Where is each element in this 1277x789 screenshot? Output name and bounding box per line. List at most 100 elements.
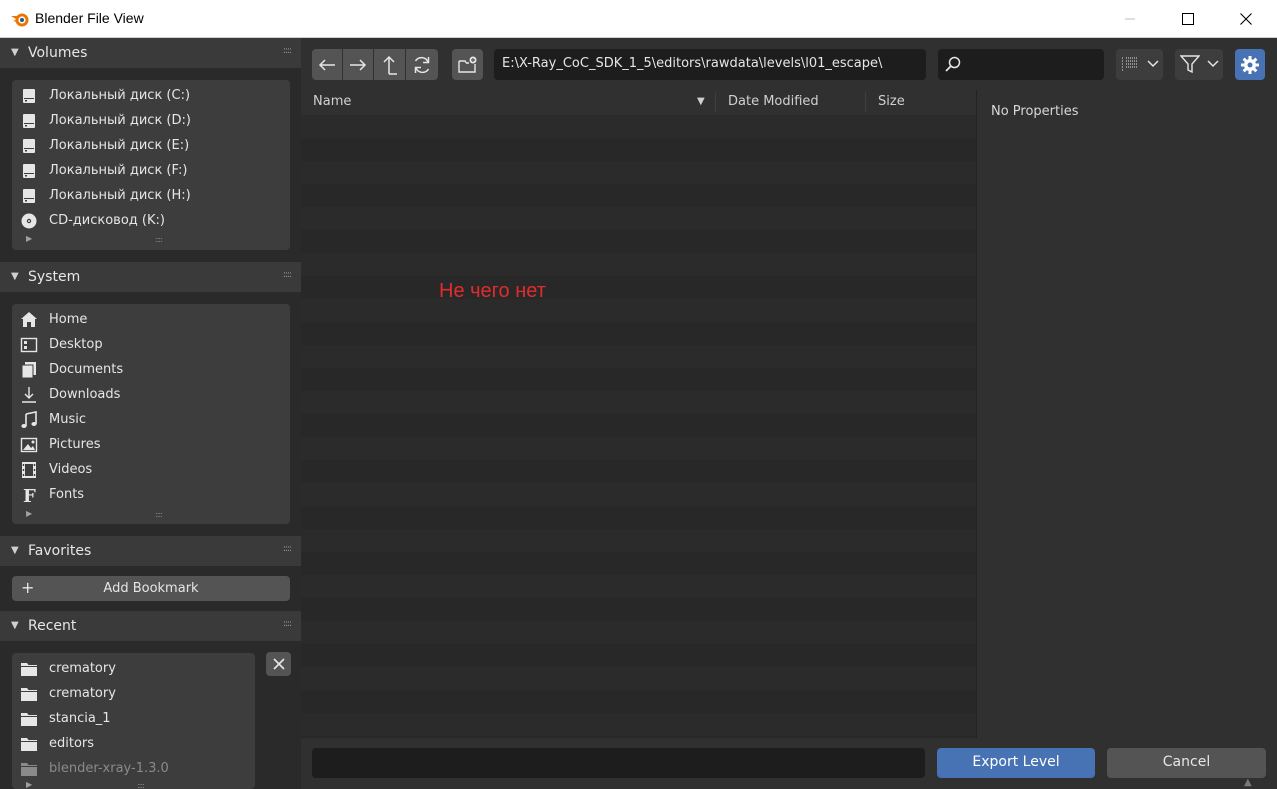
filter-search-input[interactable] [938, 49, 1104, 80]
back-button[interactable] [312, 49, 342, 80]
sidebar-item-music[interactable]: Music [12, 407, 290, 432]
bottom-bar: Export Level Cancel [301, 738, 1277, 789]
row-stripe [301, 138, 976, 161]
display-mode-dropdown[interactable] [1116, 49, 1163, 80]
column-divider[interactable] [715, 92, 716, 112]
volumes-panel-header[interactable]: ▼ Volumes :::: [0, 38, 301, 68]
drag-grip-icon[interactable]: :::: [283, 270, 292, 280]
sidebar-item-desktop[interactable]: Desktop [12, 332, 290, 357]
filter-dropdown[interactable] [1175, 49, 1223, 80]
desktop-icon [20, 337, 38, 353]
sidebar-item-recent[interactable]: editors [12, 731, 255, 756]
maximize-icon [1182, 13, 1194, 25]
close-window-button[interactable] [1217, 0, 1275, 38]
empty-folder-note: Не чего нет [439, 280, 546, 302]
recent-header-label: Recent [28, 618, 77, 634]
column-name-header[interactable]: Name [313, 94, 351, 109]
videos-icon [22, 462, 36, 478]
parent-directory-button[interactable] [374, 49, 405, 80]
row-stripe [301, 598, 976, 621]
fonts-icon: F [23, 486, 36, 504]
add-bookmark-button[interactable]: + Add Bookmark [12, 576, 290, 601]
refresh-button[interactable] [406, 49, 438, 80]
system-panel-header[interactable]: ▼ System :::: [0, 262, 301, 292]
settings-toggle-button[interactable] [1235, 49, 1265, 80]
disk-icon [23, 189, 35, 203]
folder-icon [21, 713, 37, 726]
resize-grip-icon[interactable]: :::: [137, 781, 145, 789]
column-divider[interactable] [865, 92, 866, 112]
arrow-up-icon [382, 55, 397, 75]
sidebar-item-recent[interactable]: crematory [12, 656, 255, 681]
resize-grip-icon[interactable]: :::: [155, 510, 163, 519]
refresh-icon [414, 56, 430, 73]
sidebar-item-recent[interactable]: stancia_1 [12, 706, 255, 731]
minimize-button[interactable] [1101, 0, 1159, 38]
resize-grip-icon[interactable]: :::: [155, 235, 163, 244]
toolbar: E:\X-Ray_CoC_SDK_1_5\editors\rawdata\lev… [301, 38, 1277, 90]
sidebar-item-pictures[interactable]: Pictures [12, 432, 290, 457]
directory-path-text: E:\X-Ray_CoC_SDK_1_5\editors\rawdata\lev… [502, 56, 883, 71]
column-date-header[interactable]: Date Modified [728, 94, 819, 109]
documents-icon [21, 362, 36, 379]
expand-arrow-icon[interactable]: ▶ [26, 780, 32, 789]
drag-grip-icon[interactable]: :::: [283, 46, 292, 56]
expand-arrow-icon[interactable]: ▶ [26, 509, 32, 518]
sidebar-item-recent[interactable]: crematory [12, 681, 255, 706]
favorites-header-label: Favorites [28, 543, 92, 559]
recent-panel-header[interactable]: ▼ Recent :::: [0, 611, 301, 641]
disk-icon [23, 89, 35, 103]
collapse-arrow-icon: ▼ [11, 271, 19, 282]
cancel-button[interactable]: Cancel [1107, 748, 1266, 778]
close-icon [1240, 13, 1252, 25]
add-bookmark-label: Add Bookmark [103, 581, 199, 596]
window-title: Blender File View [35, 10, 144, 26]
folder-icon [21, 763, 37, 776]
row-stripe [301, 460, 976, 483]
filter-icon [1180, 55, 1200, 74]
file-list[interactable]: Name ▼ Date Modified Size Не чего нет [301, 90, 976, 738]
sidebar-item-fonts[interactable]: F Fonts [12, 482, 290, 507]
disk-icon [23, 114, 35, 128]
row-stripe [301, 184, 976, 207]
sidebar-item-volume[interactable]: Локальный диск (E:) [12, 133, 290, 158]
disk-icon [23, 139, 35, 153]
clear-recent-button[interactable] [266, 652, 291, 676]
sidebar-item-volume[interactable]: Локальный диск (F:) [12, 158, 290, 183]
arrow-right-icon [350, 58, 367, 71]
sidebar-item-volume[interactable]: Локальный диск (H:) [12, 183, 290, 208]
sidebar-item-documents[interactable]: Documents [12, 357, 290, 382]
window-resize-grip-icon[interactable]: ▲ [1244, 777, 1252, 788]
arrow-left-icon [318, 58, 335, 71]
sidebar-item-volume[interactable]: CD-дисковод (K:) [12, 208, 290, 233]
drag-grip-icon[interactable]: :::: [283, 544, 292, 554]
forward-button[interactable] [343, 49, 373, 80]
expand-arrow-icon[interactable]: ▶ [26, 234, 32, 243]
sidebar-item-volume[interactable]: Локальный диск (C:) [12, 83, 290, 108]
volumes-header-label: Volumes [28, 45, 88, 61]
chevron-down-icon [1147, 60, 1159, 68]
collapse-arrow-icon: ▼ [11, 47, 19, 58]
drag-grip-icon[interactable]: :::: [283, 619, 292, 629]
svg-text:F: F [23, 486, 36, 504]
new-folder-button[interactable] [452, 49, 483, 80]
filename-input[interactable] [312, 748, 925, 778]
folder-icon [21, 663, 37, 676]
minimize-icon [1125, 18, 1135, 20]
directory-path-input[interactable]: E:\X-Ray_CoC_SDK_1_5\editors\rawdata\lev… [494, 49, 926, 80]
folder-icon [21, 738, 37, 751]
sidebar-item-home[interactable]: Home [12, 307, 290, 332]
favorites-panel-header[interactable]: ▼ Favorites :::: [0, 536, 301, 566]
sidebar-item-downloads[interactable]: Downloads [12, 382, 290, 407]
row-stripe [301, 644, 976, 667]
sort-descending-icon[interactable]: ▼ [697, 96, 705, 107]
maximize-button[interactable] [1159, 0, 1217, 38]
sidebar-item-volume[interactable]: Локальный диск (D:) [12, 108, 290, 133]
export-level-button[interactable]: Export Level [937, 748, 1095, 778]
row-stripe [301, 368, 976, 391]
column-size-header[interactable]: Size [878, 94, 905, 109]
new-folder-icon [457, 56, 476, 73]
sidebar-item-videos[interactable]: Videos [12, 457, 290, 482]
window-title-bar: Blender File View [0, 0, 1277, 38]
sidebar-item-recent[interactable]: blender-xray-1.3.0 [12, 756, 255, 781]
